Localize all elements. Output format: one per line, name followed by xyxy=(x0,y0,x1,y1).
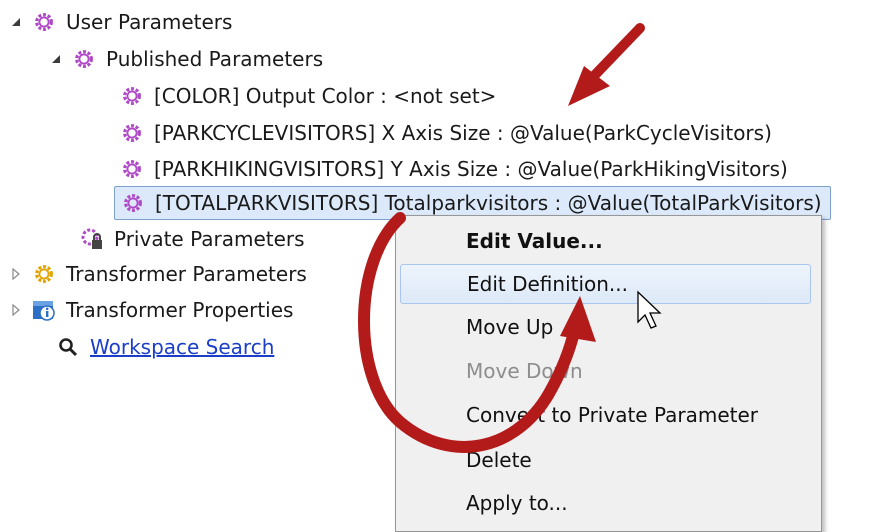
expanded-triangle-icon[interactable] xyxy=(48,51,64,67)
menu-item-label: Move Down xyxy=(466,359,583,383)
collapsed-triangle-icon[interactable] xyxy=(8,302,24,318)
parameter-label: [PARKCYCLEVISITORS] X Axis Size : @Value… xyxy=(154,121,772,145)
magnifier-icon xyxy=(56,335,80,359)
menu-item-label: Edit Definition... xyxy=(467,272,629,296)
menu-item-edit-value[interactable]: Edit Value... xyxy=(400,221,811,261)
menu-item-label: Delete xyxy=(466,448,532,472)
gear-icon xyxy=(32,10,56,34)
menu-item-label: Convert to Private Parameter xyxy=(466,403,759,427)
gear-lock-icon xyxy=(80,227,104,251)
menu-item-label: Edit Value... xyxy=(466,229,603,253)
workspace-search-link[interactable]: Workspace Search xyxy=(90,331,274,363)
gear-icon xyxy=(32,262,56,286)
gear-icon xyxy=(72,47,96,71)
tree-node-user-parameters[interactable]: User Parameters xyxy=(8,6,232,38)
expanded-triangle-icon[interactable] xyxy=(8,14,24,30)
tree-node-private-parameters[interactable]: Private Parameters xyxy=(80,223,305,255)
menu-item-convert-to-private[interactable]: Convert to Private Parameter xyxy=(400,395,811,435)
gear-icon xyxy=(120,121,144,145)
menu-item-label: Apply to... xyxy=(466,491,568,515)
straight-arrow-annotation xyxy=(568,23,645,106)
info-icon xyxy=(32,298,56,322)
menu-item-label: Move Up xyxy=(466,315,554,339)
node-label: Transformer Parameters xyxy=(66,262,307,286)
tree-node-transformer-properties[interactable]: Transformer Properties xyxy=(8,294,293,326)
menu-item-move-up[interactable]: Move Up xyxy=(400,307,811,347)
tree-node-transformer-parameters[interactable]: Transformer Parameters xyxy=(8,258,307,290)
gear-icon xyxy=(120,157,144,181)
menu-item-apply-to[interactable]: Apply to... xyxy=(400,483,811,523)
published-parameter-parkcyclevisitors[interactable]: [PARKCYCLEVISITORS] X Axis Size : @Value… xyxy=(120,117,772,149)
published-parameter-parkhikingvisitors[interactable]: [PARKHIKINGVISITORS] Y Axis Size : @Valu… xyxy=(120,153,788,185)
parameter-label: [COLOR] Output Color : <not set> xyxy=(154,84,497,108)
context-menu: Edit Value... Edit Definition... Move Up… xyxy=(395,215,822,532)
workspace-search-item[interactable]: Workspace Search xyxy=(56,331,274,363)
node-label: Transformer Properties xyxy=(66,298,294,322)
gear-icon xyxy=(120,84,144,108)
gear-icon xyxy=(121,191,145,215)
node-label: User Parameters xyxy=(66,10,233,34)
node-label: Private Parameters xyxy=(114,227,305,251)
parameter-label: [PARKHIKINGVISITORS] Y Axis Size : @Valu… xyxy=(154,157,788,181)
tree-node-published-parameters[interactable]: Published Parameters xyxy=(48,43,323,75)
menu-item-move-down: Move Down xyxy=(400,351,811,391)
published-parameter-color[interactable]: [COLOR] Output Color : <not set> xyxy=(120,80,496,112)
menu-item-delete[interactable]: Delete xyxy=(400,440,811,480)
node-label: Published Parameters xyxy=(106,47,324,71)
collapsed-triangle-icon[interactable] xyxy=(8,266,24,282)
menu-item-edit-definition[interactable]: Edit Definition... xyxy=(400,264,811,304)
